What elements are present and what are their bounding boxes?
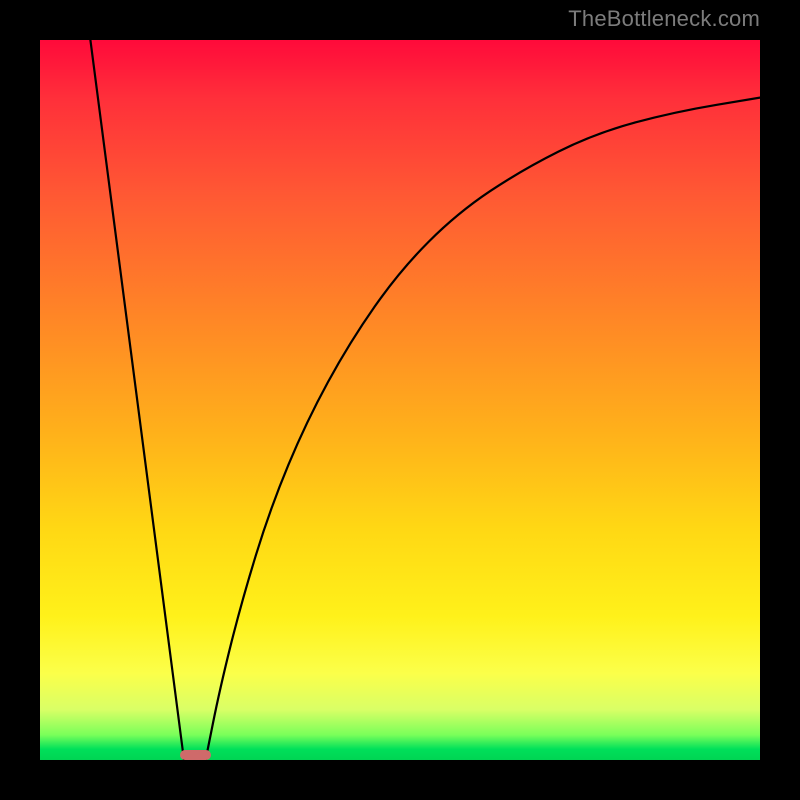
- curve-left-branch: [90, 40, 184, 760]
- chart-frame: TheBottleneck.com: [0, 0, 800, 800]
- curve-svg: [40, 40, 760, 760]
- min-marker: [180, 750, 210, 760]
- plot-area: [40, 40, 760, 760]
- watermark-text: TheBottleneck.com: [568, 6, 760, 32]
- curve-right-branch: [206, 98, 760, 760]
